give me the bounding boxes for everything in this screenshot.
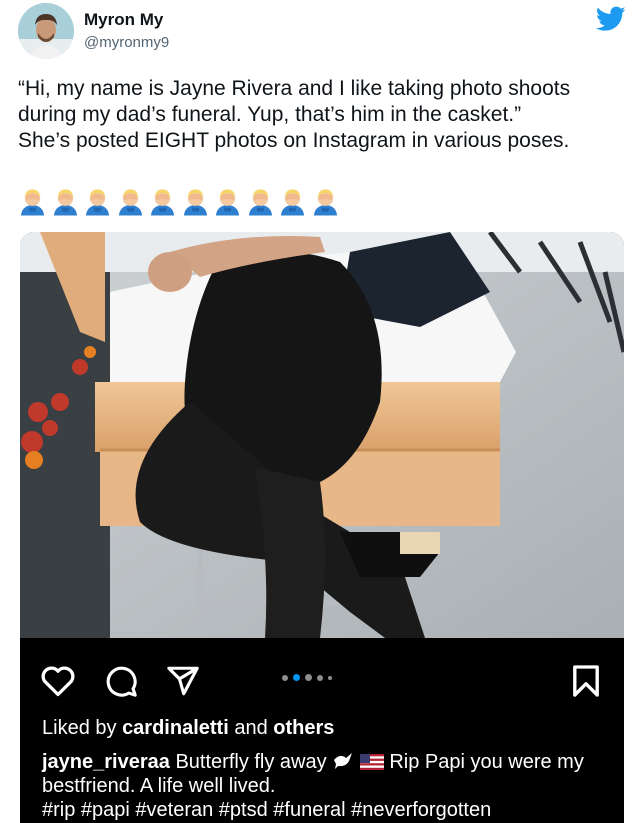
- emoji-row: [18, 186, 340, 216]
- tweet-quote: “Hi, my name is Jayne Rivera and I like …: [18, 77, 571, 126]
- man-facepalming-emoji: [313, 189, 337, 216]
- man-facepalming-emoji: [118, 189, 142, 216]
- hashtags[interactable]: #rip #papi #veteran #ptsd #funeral #neve…: [42, 798, 612, 822]
- funeral-photo[interactable]: [20, 232, 624, 638]
- tweet-media[interactable]: Liked by cardinaletti and others jayne_r…: [20, 232, 624, 823]
- man-facepalming-emoji: [85, 189, 110, 216]
- tweet-comment: She’s posted EIGHT photos on Instagram i…: [18, 129, 570, 152]
- man-facepalming-emoji: [53, 189, 77, 216]
- dove-icon: [334, 753, 353, 769]
- man-facepalming-emoji: [215, 189, 240, 216]
- likes-prefix: Liked by: [42, 717, 117, 739]
- avatar-image: [18, 3, 74, 59]
- likes-and: and: [234, 717, 268, 739]
- carousel-dot: [282, 674, 288, 681]
- twitter-bird-icon[interactable]: [596, 6, 626, 32]
- author-handle[interactable]: @myronmy9: [84, 34, 169, 51]
- likes-others[interactable]: others: [273, 717, 334, 739]
- avatar[interactable]: [18, 3, 74, 59]
- carousel-dot: [328, 675, 332, 680]
- heart-icon[interactable]: [40, 664, 76, 698]
- tweet-card: Myron My @myronmy9 “Hi, my name is Jayne…: [0, 0, 640, 823]
- carousel-indicator: [282, 674, 332, 681]
- caption: jayne_riveraa Butterfly fly away Rip Pap…: [42, 750, 612, 798]
- carousel-dot: [293, 674, 300, 681]
- caption-username[interactable]: jayne_riveraa: [42, 751, 170, 773]
- man-facepalming-emoji: [248, 189, 272, 216]
- man-facepalming-emoji: [280, 189, 305, 216]
- share-icon[interactable]: [166, 664, 200, 698]
- instagram-action-bar: Liked by cardinaletti and others jayne_r…: [20, 638, 624, 823]
- bookmark-icon[interactable]: [572, 664, 600, 698]
- caption-text: Butterfly fly away: [175, 751, 327, 773]
- comment-icon[interactable]: [104, 664, 138, 698]
- carousel-dot: [317, 674, 323, 681]
- man-facepalming-emoji: [20, 189, 45, 216]
- us-flag-icon: [359, 754, 384, 770]
- carousel-dot: [305, 674, 312, 681]
- author-name[interactable]: Myron My: [84, 10, 163, 30]
- liked-by-user[interactable]: cardinaletti: [122, 717, 229, 739]
- tweet-text: “Hi, my name is Jayne Rivera and I like …: [18, 76, 628, 154]
- likes-line: Liked by cardinaletti and others: [42, 716, 612, 740]
- man-facepalming-emoji: [150, 189, 175, 216]
- man-facepalming-emoji: [183, 189, 207, 216]
